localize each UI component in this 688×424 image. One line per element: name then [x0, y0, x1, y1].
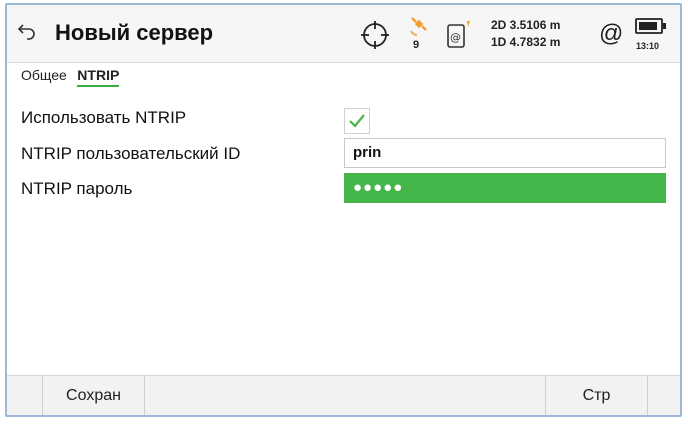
password-input[interactable]: ●●●●● — [344, 173, 666, 203]
satellite-count: 9 — [413, 39, 420, 51]
user-id-input[interactable]: prin — [344, 138, 666, 168]
at-icon[interactable]: @ — [599, 20, 623, 48]
receiver-icon[interactable]: @ — [445, 19, 475, 51]
precision-readout: 2D 3.5106 m 1D 4.7832 m — [491, 17, 560, 51]
crosshair-svg — [361, 21, 389, 49]
app-window: Новый сервер 9 @ 2D 3.5106 m 1D 4.7832 m… — [5, 3, 682, 417]
satellite-svg — [410, 17, 427, 36]
battery-icon — [635, 17, 669, 35]
page-button[interactable]: Стр — [546, 376, 647, 415]
status-bar: Новый сервер 9 @ 2D 3.5106 m 1D 4.7832 m… — [7, 5, 680, 63]
softkey-divider — [144, 376, 145, 415]
use-ntrip-checkbox[interactable] — [344, 108, 370, 134]
page-title: Новый сервер — [55, 20, 214, 45]
precision-1d: 1D 4.7832 m — [491, 35, 561, 49]
checkmark-icon — [349, 114, 365, 128]
use-ntrip-label: Использовать NTRIP — [21, 108, 187, 127]
receiver-svg: @ — [447, 21, 470, 48]
softkey-divider — [647, 376, 648, 415]
tab-general[interactable]: Общее — [21, 67, 67, 85]
tab-bar: Общее NTRIP — [21, 67, 125, 89]
tab-ntrip[interactable]: NTRIP — [77, 67, 120, 87]
battery-svg — [635, 18, 666, 34]
precision-2d: 2D 3.5106 m — [491, 18, 561, 32]
softkey-bar: Сохран Стр — [7, 375, 680, 415]
password-label: NTRIP пароль — [21, 179, 133, 198]
user-id-label: NTRIP пользовательский ID — [21, 144, 241, 163]
clock: 13:10 — [636, 41, 660, 51]
save-button[interactable]: Сохран — [43, 376, 144, 415]
crosshair-icon[interactable] — [359, 19, 391, 51]
svg-text:@: @ — [450, 31, 461, 44]
back-arrow-icon[interactable] — [15, 21, 39, 47]
back-arrow-svg — [17, 24, 35, 40]
